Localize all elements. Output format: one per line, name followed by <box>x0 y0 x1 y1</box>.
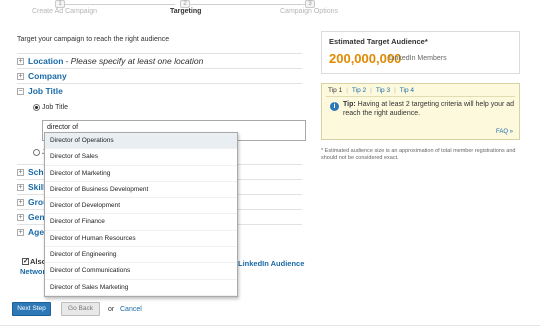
step-1-label: Create Ad Campaign <box>32 8 97 15</box>
job-function-radio[interactable] <box>33 149 40 156</box>
step-connector <box>60 4 175 5</box>
suggestion-item[interactable]: Director of Marketing <box>45 166 237 182</box>
audience-network-checkbox[interactable]: ✓ <box>22 258 29 265</box>
next-step-button[interactable]: Next Step <box>12 302 51 316</box>
minus-box-icon[interactable]: − <box>17 87 24 95</box>
section-location[interactable]: + Location - Please specify at least one… <box>17 53 302 68</box>
tip-tab-3[interactable]: Tip 3 <box>376 87 390 94</box>
tip-content: Tip: Having at least 2 targeting criteri… <box>343 100 515 118</box>
step-connector <box>190 4 305 5</box>
progress-stepper: 1 Create Ad Campaign 2 Targeting 3 Campa… <box>0 0 540 22</box>
linkedin-audience-link[interactable]: LinkedIn Audience <box>238 259 304 268</box>
suggestion-item[interactable]: Director of Sales <box>45 149 237 166</box>
targeting-intro: Target your campaign to reach the right … <box>17 36 170 43</box>
footer-divider <box>0 325 540 326</box>
or-separator: or <box>108 306 115 313</box>
go-back-button[interactable]: Go Back <box>61 302 100 316</box>
suggestion-item[interactable]: Director of Sales Marketing <box>45 280 237 296</box>
suggestion-item[interactable]: Director of Human Resources <box>45 231 237 248</box>
suggestion-item[interactable]: Director of Engineering <box>45 247 237 264</box>
section-company[interactable]: + Company <box>17 68 302 83</box>
job-title-radio-label: Job Title <box>42 104 69 111</box>
plus-box-icon[interactable]: + <box>17 183 24 191</box>
tip-body: Having at least 2 targeting criteria wil… <box>343 101 515 117</box>
tip-label: Tip: <box>343 101 356 108</box>
tip-tab-1[interactable]: Tip 1 <box>328 87 342 94</box>
tab-separator: | <box>370 87 372 94</box>
job-title-radio[interactable] <box>33 104 40 111</box>
tip-divider <box>326 96 515 97</box>
estimated-audience-panel: Estimated Target Audience* 200,000,000 L… <box>321 31 520 74</box>
cancel-link[interactable]: Cancel <box>120 306 142 313</box>
step-2-label: Targeting <box>170 8 202 15</box>
plus-box-icon[interactable]: + <box>17 72 24 80</box>
section-title[interactable]: Age <box>28 227 44 237</box>
plus-box-icon[interactable]: + <box>17 57 24 65</box>
section-title[interactable]: Job Title <box>28 86 63 96</box>
suggestion-item[interactable]: Director of Communications <box>45 263 237 280</box>
suggestion-item[interactable]: Director of Business Development <box>45 182 237 199</box>
step-3-marker: 3 <box>305 0 315 8</box>
plus-box-icon[interactable]: + <box>17 168 24 176</box>
estimate-title: Estimated Target Audience* <box>329 37 428 46</box>
section-title[interactable]: Company <box>28 71 67 81</box>
section-title[interactable]: Location <box>28 56 63 66</box>
section-job-title[interactable]: − Job Title <box>17 83 302 98</box>
tab-separator: | <box>346 87 348 94</box>
job-title-suggestions[interactable]: Director of Operations Director of Sales… <box>44 132 238 297</box>
faq-link[interactable]: FAQ » <box>496 129 513 135</box>
suggestion-item[interactable]: Director of Operations <box>45 133 237 150</box>
step-3-label: Campaign Options <box>280 8 338 15</box>
suggestion-item[interactable]: Director of Development <box>45 198 237 215</box>
tip-tabs: Tip 1 | Tip 2 | Tip 3 | Tip 4 <box>328 87 418 94</box>
tip-tab-4[interactable]: Tip 4 <box>400 87 414 94</box>
suggestion-item[interactable]: Director of Finance <box>45 214 237 231</box>
audience-disclaimer: * Estimated audience size is an approxim… <box>321 148 516 161</box>
section-note: - Please specify at least one location <box>65 56 204 66</box>
tab-separator: | <box>394 87 396 94</box>
step-1-marker: 1 <box>55 0 65 8</box>
plus-box-icon[interactable]: + <box>17 213 24 221</box>
info-icon: i <box>330 102 339 111</box>
plus-box-icon[interactable]: + <box>17 198 24 206</box>
step-2-marker: 2 <box>180 0 190 8</box>
tip-tab-2[interactable]: Tip 2 <box>352 87 366 94</box>
tips-panel: Tip 1 | Tip 2 | Tip 3 | Tip 4 i Tip: Hav… <box>321 83 520 140</box>
estimate-unit: LinkedIn Members <box>389 55 447 62</box>
plus-box-icon[interactable]: + <box>17 228 24 236</box>
